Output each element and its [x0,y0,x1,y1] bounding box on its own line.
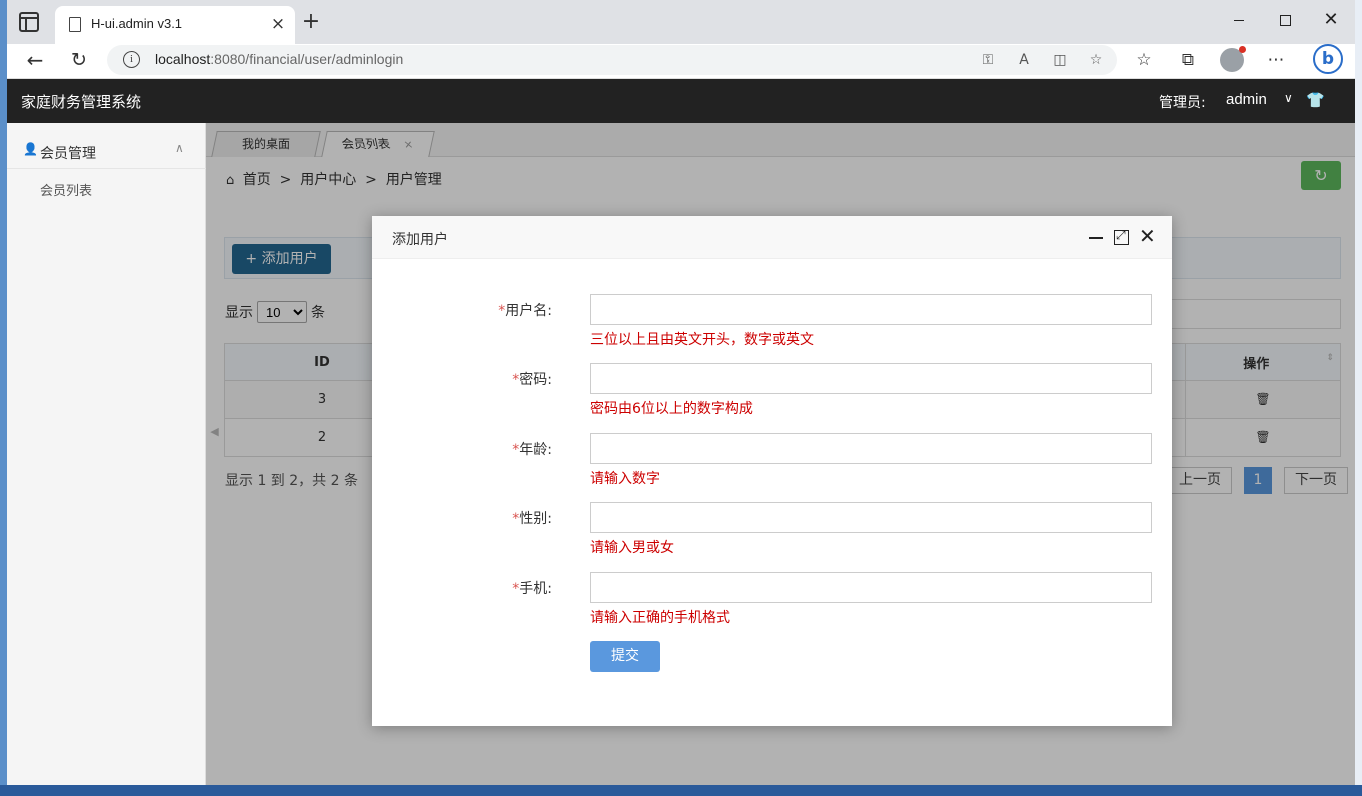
tshirt-icon[interactable]: 👕 [1306,91,1325,109]
add-user-modal: 添加用户 ✕ *用户名: 三位以上且由英文开头，数字或英文 *密码: 密码由6位… [372,216,1172,726]
sidebar-item-member-list[interactable]: 会员列表 [40,180,92,199]
field-label: 性别: [519,511,552,527]
user-icon: 👤 [23,142,38,156]
age-input[interactable] [590,433,1152,464]
url-host: localhost [155,51,211,67]
window-maximize-button[interactable] [1273,10,1297,32]
bing-icon[interactable]: b [1313,44,1343,74]
browser-tab[interactable]: H-ui.admin v3.1 × [55,6,295,44]
window-close-button[interactable]: ✕ [1319,10,1343,32]
tab-actions-icon[interactable] [19,12,39,32]
close-icon[interactable]: ✕ [1139,225,1156,247]
username-input[interactable] [590,294,1152,325]
username-label: *用户名: [372,300,552,320]
browser-tab-title: H-ui.admin v3.1 [91,16,183,31]
site-info-icon[interactable]: i [123,51,140,68]
modal-title: 添加用户 [392,232,448,248]
browser-toolbar-icons: ☆ ⧉ ⋯ [1129,46,1291,74]
read-aloud-icon[interactable]: A [1011,48,1037,72]
chevron-up-icon: ∧ [175,141,184,155]
password-input[interactable] [590,363,1152,394]
window-minimize-button[interactable] [1227,10,1251,32]
desktop-left-edge [0,0,7,796]
sidebar-item-label: 会员管理 [40,146,96,162]
close-tab-icon[interactable]: × [267,13,289,35]
split-screen-icon[interactable]: ◫ [1047,48,1073,72]
gender-input[interactable] [590,502,1152,533]
field-label: 密码: [519,372,552,388]
profile-avatar[interactable] [1220,46,1246,72]
minimize-icon[interactable] [1088,227,1104,247]
add-favorite-icon[interactable]: ☆ [1083,48,1109,72]
back-arrow-icon[interactable]: ← [23,48,47,72]
admin-username[interactable]: admin [1226,91,1267,108]
sidebar-item-member-management[interactable]: 👤 会员管理 ∧ [7,137,206,169]
url-actions: ⚿ A ◫ ☆ [975,48,1109,72]
gender-label: *性别: [372,508,552,528]
browser-window: H-ui.admin v3.1 × + ✕ ← ↻ i localhost:80… [7,0,1355,785]
password-label: *密码: [372,369,552,389]
key-icon[interactable]: ⚿ [975,48,1001,72]
url-path: :8080/financial/user/adminlogin [210,51,404,67]
password-hint: 密码由6位以上的数字构成 [590,401,753,417]
page-icon [69,17,81,32]
reload-icon[interactable]: ↻ [67,48,91,72]
app-title[interactable]: 家庭财务管理系统 [21,91,141,112]
more-menu-icon[interactable]: ⋯ [1261,46,1291,74]
field-label: 年龄: [519,442,552,458]
sidebar: 👤 会员管理 ∧ 会员列表 [7,123,206,785]
browser-tabbar: H-ui.admin v3.1 × + ✕ [7,0,1355,44]
field-label: 手机: [519,581,552,597]
age-hint: 请输入数字 [590,471,660,487]
url-text[interactable]: localhost:8080/financial/user/adminlogin [155,51,403,67]
url-bar[interactable]: i localhost:8080/financial/user/adminlog… [107,45,1117,75]
age-label: *年龄: [372,439,552,459]
maximize-icon[interactable] [1114,228,1129,245]
username-hint: 三位以上且由英文开头，数字或英文 [590,332,814,348]
modal-header[interactable]: 添加用户 ✕ [372,216,1172,259]
new-tab-icon[interactable]: + [299,11,323,35]
admin-role-label: 管理员: [1159,95,1206,111]
gender-hint: 请输入男或女 [590,540,674,556]
phone-label: *手机: [372,578,552,598]
app-header: 家庭财务管理系统 管理员: admin ∨ 👕 [7,79,1355,123]
favorites-icon[interactable]: ☆ [1129,46,1159,74]
collections-icon[interactable]: ⧉ [1173,46,1203,74]
address-toolbar: ← ↻ i localhost:8080/financial/user/admi… [7,44,1355,79]
chevron-down-icon[interactable]: ∨ [1284,91,1293,105]
field-label: 用户名: [505,303,552,319]
submit-button[interactable]: 提交 [590,641,660,672]
phone-hint: 请输入正确的手机格式 [590,610,730,626]
desktop-taskbar-edge [0,785,1362,796]
desktop-right-edge [1355,0,1362,796]
phone-input[interactable] [590,572,1152,603]
